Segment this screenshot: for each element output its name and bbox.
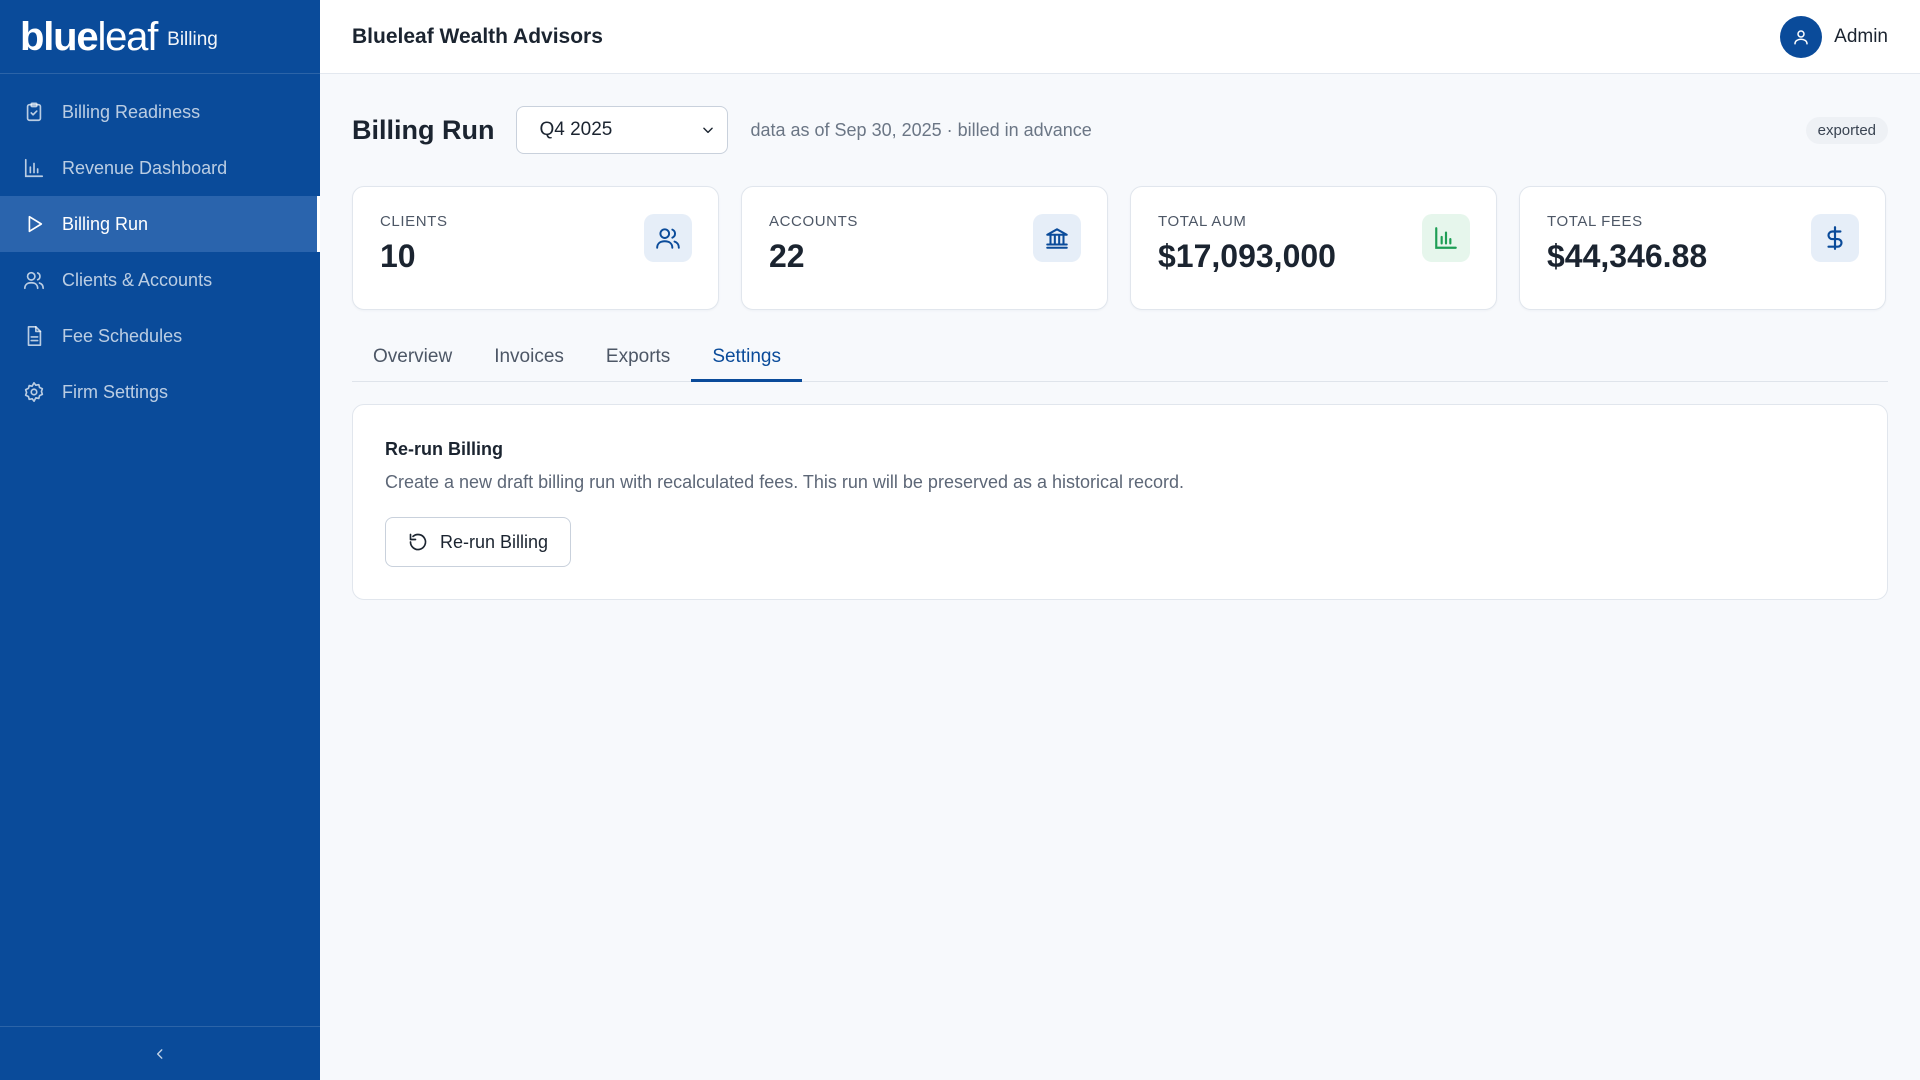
top-header: Blueleaf Wealth Advisors Admin (320, 0, 1920, 74)
status-badge: exported (1805, 116, 1888, 144)
user-icon (1792, 28, 1810, 46)
sidebar-item-clients-accounts[interactable]: Clients & Accounts (0, 252, 320, 308)
chevron-left-icon (153, 1047, 167, 1061)
sidebar-item-firm-settings[interactable]: Firm Settings (0, 364, 320, 420)
avatar[interactable] (1780, 15, 1823, 58)
dollar-icon (1811, 214, 1859, 262)
sidebar-item-label: Billing Run (62, 213, 149, 234)
sidebar-item-label: Billing Readiness (62, 101, 201, 122)
sidebar-item-label: Revenue Dashboard (62, 157, 228, 178)
panel-description: Create a new draft billing run with reca… (385, 472, 1185, 492)
refresh-icon (408, 532, 428, 552)
users-icon (644, 214, 692, 262)
brand: blueleaf Billing (0, 0, 320, 74)
tab-invoices[interactable]: Invoices (473, 332, 585, 381)
sidebar-item-billing-readiness[interactable]: Billing Readiness (0, 84, 320, 140)
sidebar-item-fee-schedules[interactable]: Fee Schedules (0, 308, 320, 364)
bar-chart-icon (1422, 214, 1470, 262)
sidebar-item-label: Firm Settings (62, 381, 169, 402)
page-title-row: Billing Run Q4 2025 data as of Sep 30, 2… (352, 74, 1888, 186)
rerun-billing-button-label: Re-run Billing (440, 531, 549, 552)
users-icon (22, 268, 46, 292)
sidebar: blueleaf Billing Billing Readiness Reven… (0, 0, 320, 1080)
chevron-down-icon (701, 123, 715, 137)
tab-settings[interactable]: Settings (691, 332, 802, 382)
stat-card-total-aum: TOTAL AUM $17,093,000 (1130, 186, 1497, 310)
panel-title: Re-run Billing (385, 439, 503, 459)
sidebar-item-revenue-dashboard[interactable]: Revenue Dashboard (0, 140, 320, 196)
stats-row: CLIENTS 10 ACCOUNTS 22 TOTAL AUM $17,093… (352, 186, 1888, 310)
firm-name: Blueleaf Wealth Advisors (352, 24, 603, 48)
stat-card-accounts: ACCOUNTS 22 (741, 186, 1108, 310)
bank-icon (1033, 214, 1081, 262)
gear-icon (22, 380, 46, 404)
rerun-billing-button[interactable]: Re-run Billing (385, 517, 572, 567)
stat-card-clients: CLIENTS 10 (352, 186, 719, 310)
sidebar-item-label: Clients & Accounts (62, 269, 213, 290)
billing-run-tabs: Overview Invoices Exports Settings (352, 332, 1888, 382)
clipboard-check-icon (22, 100, 46, 124)
run-meta: data as of Sep 30, 2025 · billed in adva… (750, 119, 1092, 140)
user-name: Admin (1834, 25, 1888, 47)
period-select[interactable]: Q4 2025 (516, 106, 729, 154)
sidebar-item-billing-run[interactable]: Billing Run (0, 196, 320, 252)
sidebar-footer (0, 1026, 320, 1080)
rerun-billing-panel: Re-run Billing Create a new draft billin… (352, 404, 1888, 600)
user-menu[interactable]: Admin (1780, 15, 1888, 58)
tab-overview[interactable]: Overview (352, 332, 473, 381)
tab-exports[interactable]: Exports (585, 332, 691, 381)
sidebar-nav: Billing Readiness Revenue Dashboard Bill… (0, 74, 320, 420)
period-select-value: Q4 2025 (539, 119, 613, 140)
bar-chart-icon (22, 156, 46, 180)
page-title: Billing Run (352, 114, 495, 145)
brand-logo[interactable]: blueleaf (20, 17, 158, 57)
main-content: Billing Run Q4 2025 data as of Sep 30, 2… (352, 74, 1888, 600)
document-icon (22, 324, 46, 348)
sidebar-collapse-button[interactable] (145, 1039, 175, 1069)
play-icon (22, 212, 46, 236)
brand-product-label: Billing (167, 28, 218, 50)
sidebar-item-label: Fee Schedules (62, 325, 183, 346)
stat-card-total-fees: TOTAL FEES $44,346.88 (1519, 186, 1886, 310)
